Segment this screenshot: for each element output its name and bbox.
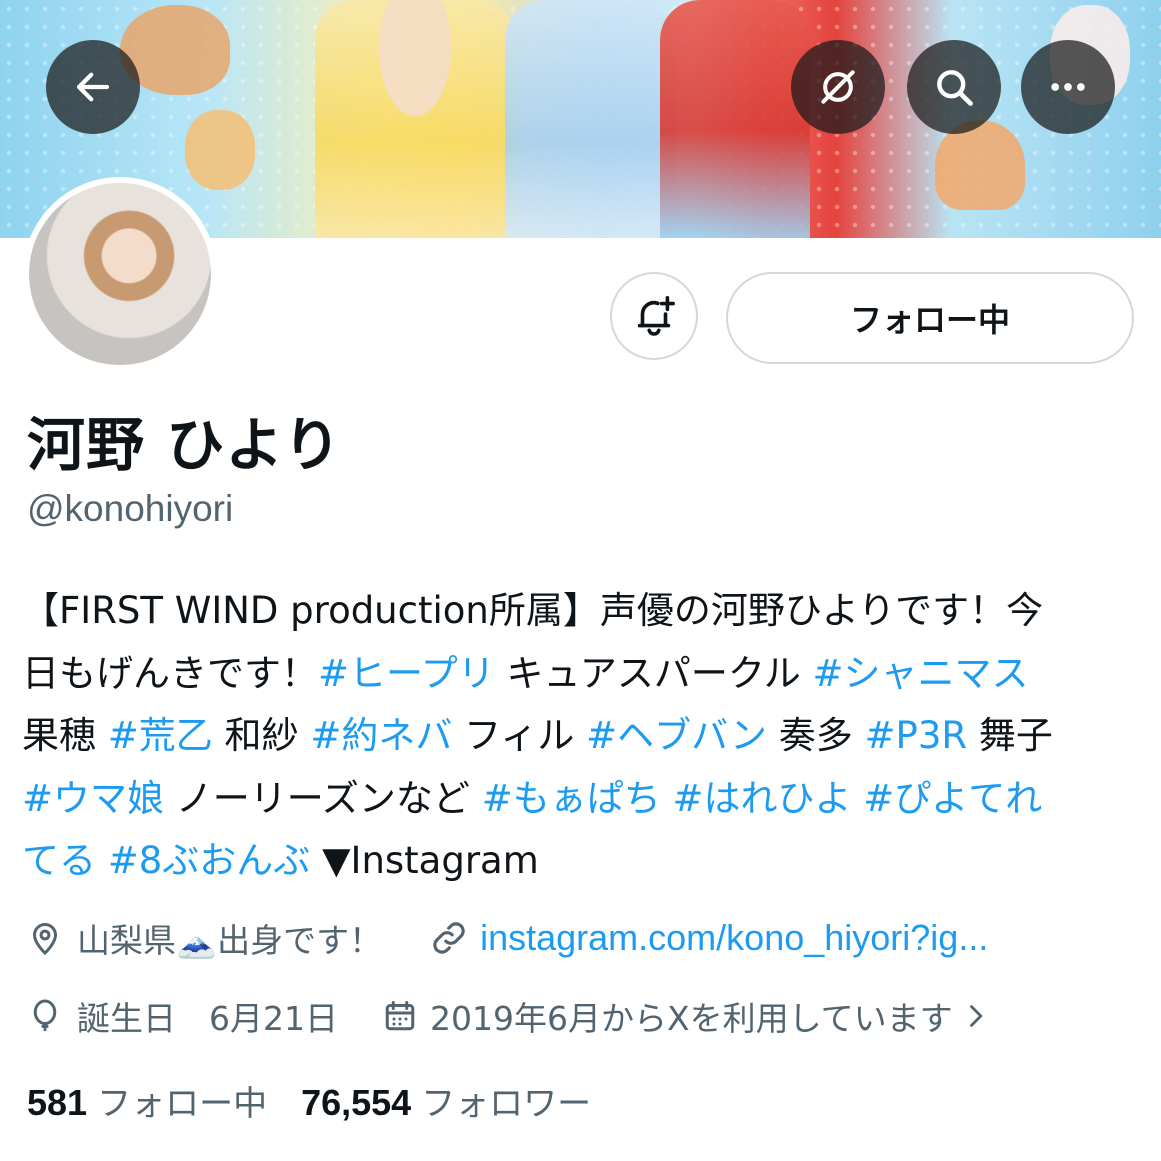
bio-text: 奏多 [766,714,865,757]
bio-text: フィル [452,714,587,757]
follow-stats: 581 フォロー中 76,554 フォロワー [27,1076,591,1125]
hashtag-link[interactable]: #ヘブバン [586,714,767,757]
balloon-icon [33,999,57,1031]
followers-label: フォロワー [421,1084,592,1124]
bio-line-1: 【FIRST WIND production所属】声優の河野ひよりです！今 [22,580,1137,643]
banner-cat [185,110,255,190]
website-link[interactable]: instagram.com/kono_hiyori?ig... [480,917,988,959]
arrow-left-icon [76,72,110,102]
followers-stat[interactable]: 76,554 フォロワー [301,1076,591,1125]
location: 山梨県🗻出身です！ [27,914,382,962]
avatar-image [29,183,211,365]
notifications-button[interactable] [610,272,698,360]
display-name: 河野 ひより [27,411,343,479]
birthday-text: 誕生日 6月21日 [77,999,338,1038]
hashtag-link[interactable]: #8ぶおんぶ [108,839,311,882]
banner-character-left [315,0,515,238]
location-pin-icon [32,923,58,956]
more-button[interactable] [1021,40,1115,134]
bio-line-3: 果穂 #荒乙 和紗 #約ネバ フィル #ヘブバン 奏多 #P3R 舞子 [22,705,1137,768]
search-icon [937,70,973,106]
birthday: 誕生日 6月21日 [27,992,338,1040]
following-button[interactable]: フォロー中 [726,272,1134,364]
banner-character-center [505,0,675,238]
calendar-icon [385,1001,415,1031]
bio-text: 【FIRST WIND production所属】声優の河野ひよりです！今 [22,589,1044,632]
bio-text: キュアスパークル [494,651,813,695]
joined-date[interactable]: 2019年6月からXを利用しています [382,992,989,1040]
profile-meta-row-2: 誕生日 6月21日 2019年6月からXを利用しています [27,992,989,1040]
bio-text [852,777,864,820]
bio-text: 日もげんきです！ [22,651,318,695]
bio-text [661,777,673,820]
bio-text: 舞子 [967,714,1053,757]
bio-text: 果穂 [22,714,108,757]
location-text: 山梨県🗻出身です！ [77,921,383,960]
translate-off-icon [821,70,855,104]
following-count: 581 [27,1082,88,1123]
hashtag-link[interactable]: #はれひよ [672,777,851,820]
bio-text: ▼Instagram [310,839,539,882]
following-stat[interactable]: 581 フォロー中 [27,1076,267,1125]
hashtag-link[interactable]: #P3R [865,714,968,757]
bio-text [96,839,108,882]
hashtag-link[interactable]: #約ネバ [310,714,452,757]
hashtag-link[interactable]: #もぁぱち [482,777,661,820]
link-icon [433,922,465,954]
following-label: フォロー中 [97,1084,268,1124]
hashtag-link[interactable]: #ウマ娘 [22,777,164,820]
bio-line-4: #ウマ娘 ノーリーズンなど #もぁぱち #はれひよ #ぴよてれ [22,768,1137,831]
back-button[interactable] [46,40,140,134]
banner-character-right [660,0,810,238]
bio-text: 和紗 [212,714,311,757]
more-horizontal-icon [1051,83,1085,91]
hashtag-link[interactable]: #ヒープリ [318,652,495,695]
bio-line-2: 日もげんきです！#ヒープリ キュアスパークル #シャニマス [22,643,1137,706]
bio-line-5: てる #8ぶおんぶ ▼Instagram [22,830,1137,893]
username-handle: @konohiyori [27,488,234,529]
hashtag-link[interactable]: #シャニマス [812,652,1028,695]
bio-text: ノーリーズンなど [164,776,482,820]
profile-bio: 【FIRST WIND production所属】声優の河野ひよりです！今 日も… [22,580,1137,893]
profile-meta-row-1: 山梨県🗻出身です！ instagram.com/kono_hiyori?ig..… [27,914,988,962]
search-button[interactable] [907,40,1001,134]
hashtag-link[interactable]: #ぴよてれ [863,777,1042,820]
avatar[interactable] [23,177,217,371]
joined-text: 2019年6月からXを利用しています [430,999,953,1038]
translate-button[interactable] [791,40,885,134]
followers-count: 76,554 [301,1082,412,1123]
website[interactable]: instagram.com/kono_hiyori?ig... [430,917,988,959]
bell-plus-icon [637,295,675,336]
chevron-right-icon [969,1005,982,1027]
hashtag-link[interactable]: てる [22,839,96,882]
hashtag-link[interactable]: #荒乙 [108,714,213,757]
